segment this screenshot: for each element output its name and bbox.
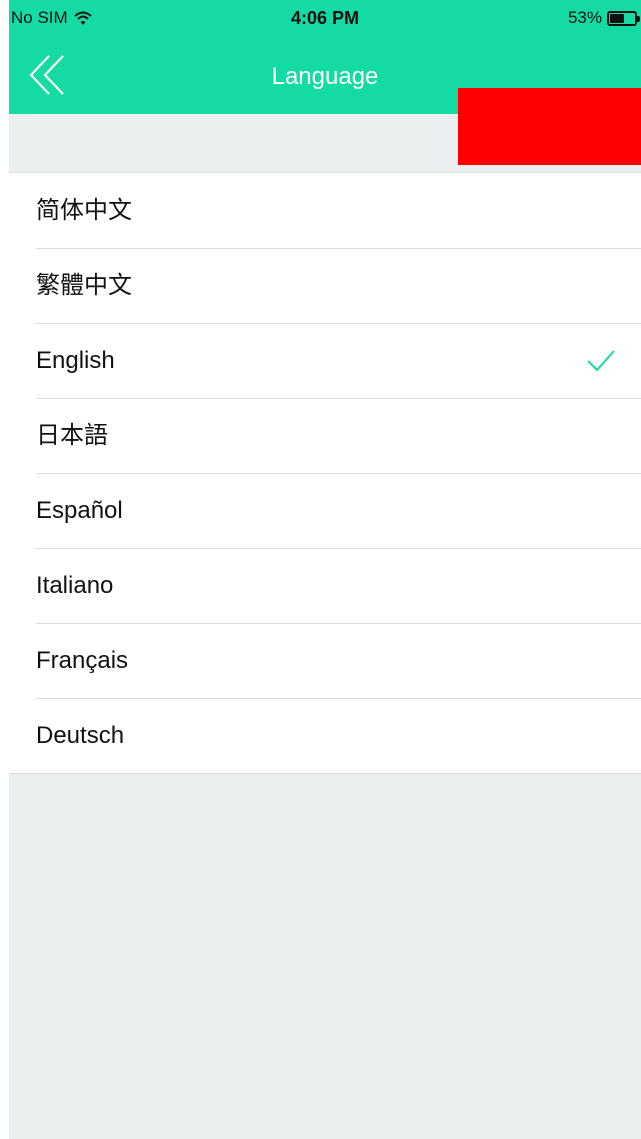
language-label: Français xyxy=(36,647,129,674)
language-option[interactable]: 繁體中文 xyxy=(9,248,641,323)
language-option[interactable]: English xyxy=(9,323,641,398)
redaction-block xyxy=(458,88,641,165)
language-option[interactable]: 简体中文 xyxy=(9,173,641,248)
checkmark-icon xyxy=(587,350,615,372)
left-margin-strip xyxy=(0,0,9,1139)
language-label: 繁體中文 xyxy=(36,272,132,299)
language-label: Español xyxy=(36,497,123,524)
language-label: 简体中文 xyxy=(36,197,132,224)
language-label: English xyxy=(36,347,115,374)
battery-fill xyxy=(610,13,624,23)
language-option[interactable]: Français xyxy=(9,623,641,698)
status-time: 4:06 PM xyxy=(290,8,360,28)
language-option[interactable]: Italiano xyxy=(9,548,641,623)
language-list: 简体中文繁體中文 English 日本語 Español Italiano Françai… xyxy=(9,172,641,774)
status-bar: No SIM 4:06 PM 53% xyxy=(9,0,641,40)
language-option[interactable]: 日本語 xyxy=(9,398,641,473)
language-option[interactable]: Español xyxy=(9,473,641,548)
battery-icon xyxy=(607,10,640,26)
battery-indicator: 53% xyxy=(567,8,640,28)
language-label: Italiano xyxy=(36,572,114,599)
language-label: Deutsch xyxy=(36,722,125,749)
battery-cap xyxy=(637,15,640,22)
battery-percent: 53% xyxy=(567,8,602,27)
language-option[interactable]: Deutsch xyxy=(9,698,641,773)
language-label: 日本語 xyxy=(36,422,108,449)
